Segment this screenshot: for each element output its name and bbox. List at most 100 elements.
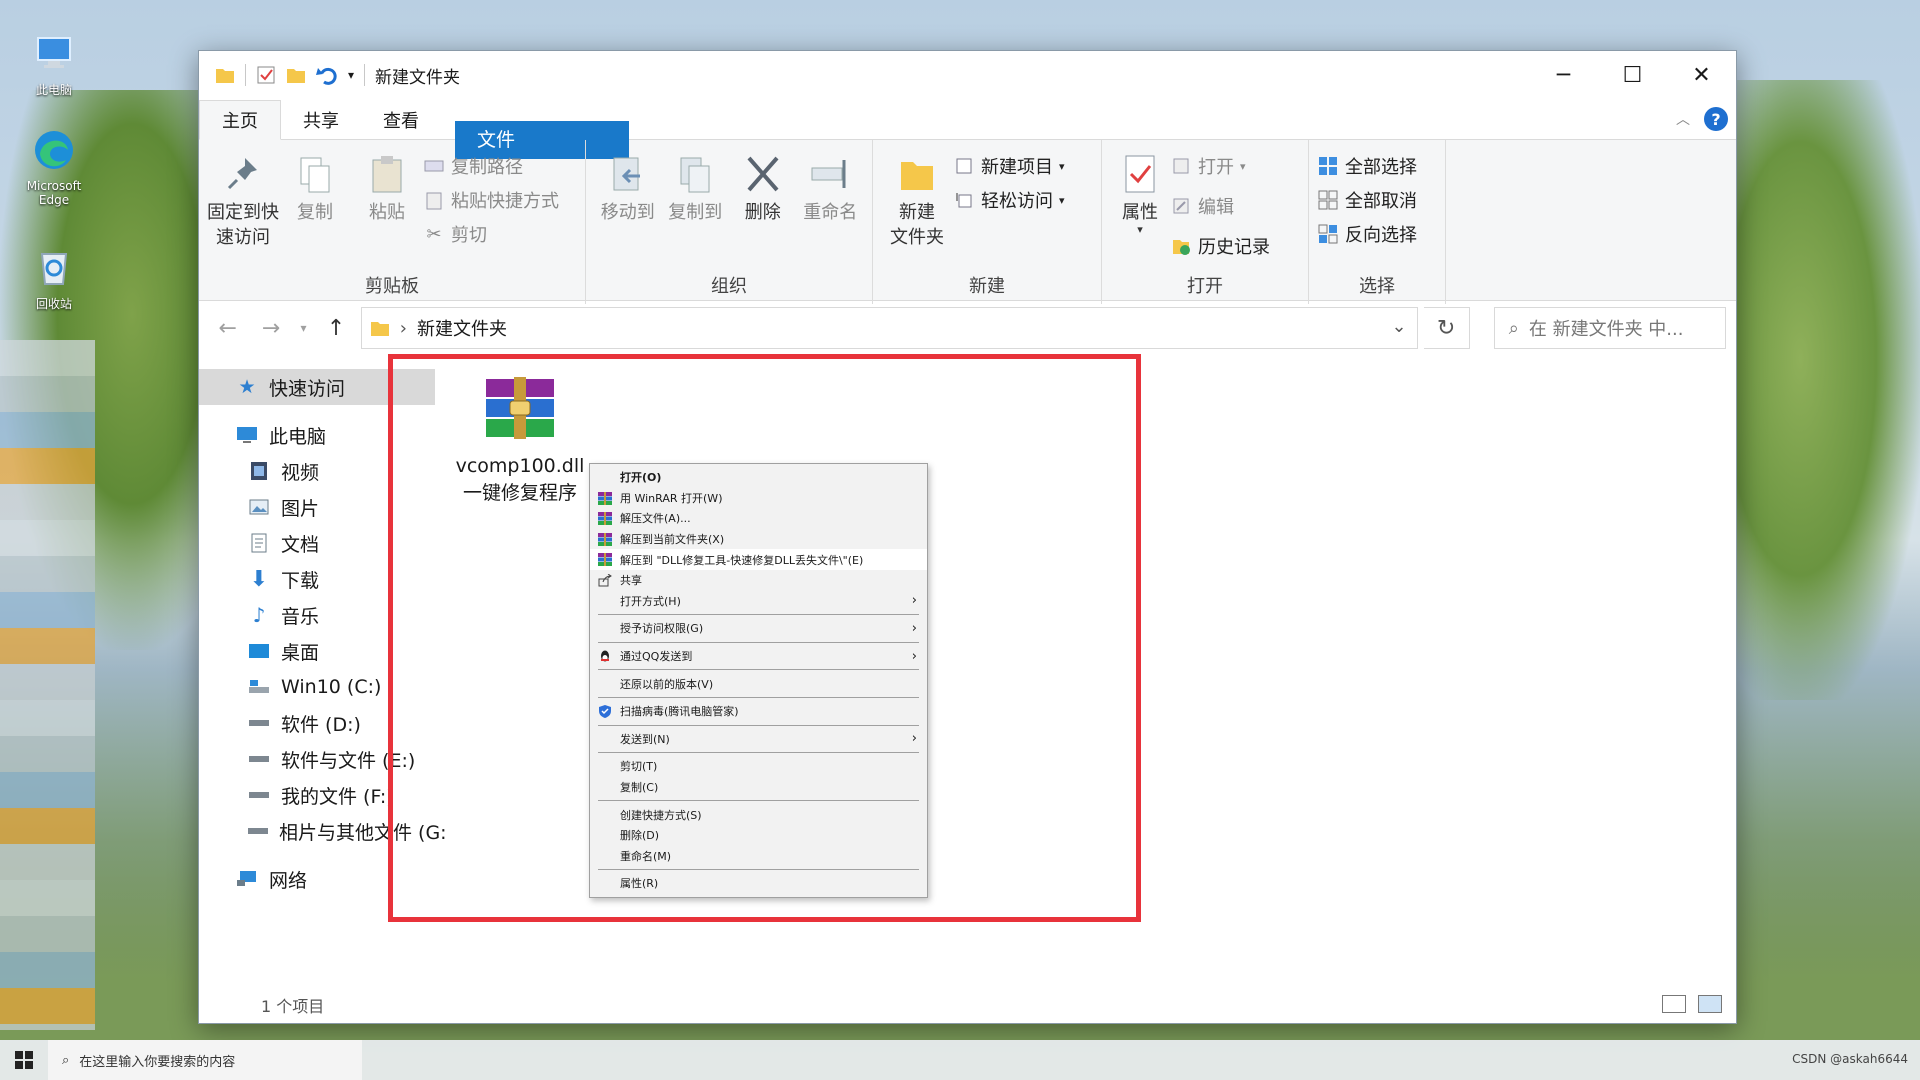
group-label-open: 打开	[1187, 276, 1223, 297]
breadcrumb-separator-icon: ›	[399, 317, 407, 339]
menu-separator	[598, 641, 919, 643]
context-menu-item[interactable]: 授予访问权限(G) ›	[590, 618, 927, 639]
easy-access-icon	[953, 189, 975, 211]
start-button[interactable]	[0, 1040, 48, 1080]
windows-logo-icon	[15, 1051, 33, 1069]
context-menu-item[interactable]: 剪切(T)	[590, 756, 927, 777]
ribbon-group-select: 全部选择 全部取消 反向选择 选择	[1309, 140, 1446, 304]
context-menu-item[interactable]: 删除(D)	[590, 825, 927, 846]
menu-separator	[598, 696, 919, 698]
ribbon-group-open: 属性 ▾ 打开 ▾ 编辑 历史记录 打开	[1102, 140, 1309, 304]
collapse-ribbon-chevron-icon[interactable]: ︿	[1676, 109, 1690, 129]
scissors-icon: ✂	[426, 223, 442, 245]
new-folder-icon	[901, 162, 933, 190]
taskbar-search-box[interactable]: ⌕ 在这里输入你要搜索的内容	[48, 1040, 362, 1080]
csdn-watermark: CSDN @askah6644	[1792, 1052, 1908, 1066]
context-menu-item-label: 属性(R)	[620, 877, 659, 891]
computer-icon	[37, 37, 71, 68]
context-menu-item[interactable]: 通过QQ发送到 ›	[590, 646, 927, 667]
close-button[interactable]: ✕	[1667, 51, 1736, 99]
details-view-icon[interactable]	[1662, 995, 1686, 1013]
new-item-icon	[953, 155, 975, 177]
select-none-button[interactable]: 全部取消	[1317, 186, 1417, 214]
context-menu-item[interactable]: 解压文件(A)...	[590, 508, 927, 529]
context-menu-item[interactable]: 复制(C)	[590, 777, 927, 798]
recent-locations-chevron-icon[interactable]: ▾	[296, 309, 312, 347]
help-button[interactable]: ?	[1704, 107, 1728, 131]
desktop-icon-recycle-bin[interactable]: 回收站	[12, 244, 96, 312]
context-menu-item[interactable]: 解压到 "DLL修复工具-快速修复DLL丢失文件\"(E)	[590, 549, 927, 570]
context-menu-item[interactable]: 共享	[590, 570, 927, 591]
tab-home[interactable]: 主页	[199, 100, 281, 140]
context-menu-item[interactable]: 解压到当前文件夹(X)	[590, 529, 927, 550]
copy-to-icon	[680, 157, 710, 193]
folder-icon	[370, 322, 389, 336]
desktop-icon	[247, 640, 271, 662]
properties-check-icon[interactable]	[256, 65, 276, 85]
desktop-icon-this-pc[interactable]: 此电脑	[12, 30, 96, 98]
select-all-button[interactable]: 全部选择	[1317, 152, 1417, 180]
context-menu-item-label: 解压文件(A)...	[620, 512, 691, 526]
new-item-button[interactable]: 新建项目 ▾	[953, 152, 1065, 180]
context-menu-item[interactable]: 重命名(M)	[590, 846, 927, 867]
picture-icon	[247, 496, 271, 518]
invert-selection-button[interactable]: 反向选择	[1317, 220, 1417, 248]
document-icon	[247, 532, 271, 554]
winrar-icon	[598, 553, 612, 567]
group-label-new: 新建	[969, 276, 1005, 297]
refresh-button[interactable]: ↻	[1423, 307, 1470, 349]
quick-access-toolbar: ▾	[199, 64, 366, 86]
context-menu-item[interactable]: 发送到(N) ›	[590, 729, 927, 750]
paste-shortcut-button[interactable]: 粘贴快捷方式	[423, 186, 559, 214]
context-menu-item[interactable]: 扫描病毒(腾讯电脑管家)	[590, 701, 927, 722]
search-box[interactable]: ⌕ 在 新建文件夹 中...	[1493, 307, 1726, 349]
network-icon	[235, 868, 259, 890]
context-menu-item[interactable]: 打开(O)	[590, 467, 927, 488]
maximize-button[interactable]: ☐	[1598, 51, 1667, 99]
open-button[interactable]: 打开 ▾	[1170, 152, 1270, 180]
context-menu-item-label: 复制(C)	[620, 781, 659, 795]
undo-icon[interactable]	[316, 65, 338, 85]
edit-button[interactable]: 编辑	[1170, 192, 1270, 220]
history-button[interactable]: 历史记录	[1170, 232, 1270, 260]
address-dropdown-chevron-icon[interactable]: ⌄	[1391, 316, 1406, 337]
menu-separator	[598, 869, 919, 871]
context-menu-item[interactable]: 用 WinRAR 打开(W)	[590, 488, 927, 509]
context-menu-item-label: 共享	[620, 574, 642, 588]
context-menu-item[interactable]: 还原以前的版本(V)	[590, 673, 927, 694]
copy-path-button[interactable]: 复制路径	[423, 152, 559, 180]
recycle-bin-icon	[40, 253, 68, 285]
context-menu-item-label: 解压到当前文件夹(X)	[620, 533, 725, 547]
window-controls: ─ ☐ ✕	[1529, 51, 1736, 99]
winrar-icon	[598, 512, 612, 526]
taskbar: ⌕ 在这里输入你要搜索的内容 CSDN @askah6644	[0, 1040, 1920, 1080]
search-icon: ⌕	[1508, 317, 1519, 339]
tab-share[interactable]: 共享	[281, 101, 361, 139]
ribbon: 固定到快 速访问 复制 粘贴 复制路径 粘贴快捷方式 ✂ 剪切 剪贴板 移动到 …	[199, 140, 1736, 304]
cut-button[interactable]: ✂ 剪切	[423, 220, 559, 248]
address-bar[interactable]: › 新建文件夹 ⌄	[360, 307, 1418, 349]
menu-separator	[598, 800, 919, 802]
large-icons-view-icon[interactable]	[1698, 995, 1722, 1013]
new-folder-icon[interactable]	[286, 66, 306, 84]
minimize-button[interactable]: ─	[1529, 51, 1598, 99]
forward-button[interactable]: →	[252, 309, 289, 347]
back-button[interactable]: ←	[209, 309, 246, 347]
customize-toolbar-chevron-icon[interactable]: ▾	[348, 68, 354, 82]
menu-separator	[598, 724, 919, 726]
context-menu-item[interactable]: 打开方式(H) ›	[590, 591, 927, 612]
up-button[interactable]: ↑	[317, 309, 354, 347]
breadcrumb-current-folder[interactable]: 新建文件夹	[417, 315, 507, 341]
video-icon	[247, 460, 271, 482]
download-arrow-icon: ⬇	[249, 566, 269, 592]
view-mode-buttons	[1662, 995, 1722, 1013]
submenu-arrow-icon: ›	[911, 731, 917, 747]
rename-icon	[811, 160, 846, 188]
context-menu-item[interactable]: 创建快捷方式(S)	[590, 804, 927, 825]
easy-access-button[interactable]: 轻松访问 ▾	[953, 186, 1065, 214]
context-menu-item[interactable]: 属性(R)	[590, 873, 927, 894]
context-menu-item-label: 解压到 "DLL修复工具-快速修复DLL丢失文件\"(E)	[620, 553, 864, 567]
desktop-icon-edge[interactable]: Microsoft Edge	[12, 128, 96, 207]
menu-separator	[598, 669, 919, 671]
tab-view[interactable]: 查看	[361, 101, 441, 139]
